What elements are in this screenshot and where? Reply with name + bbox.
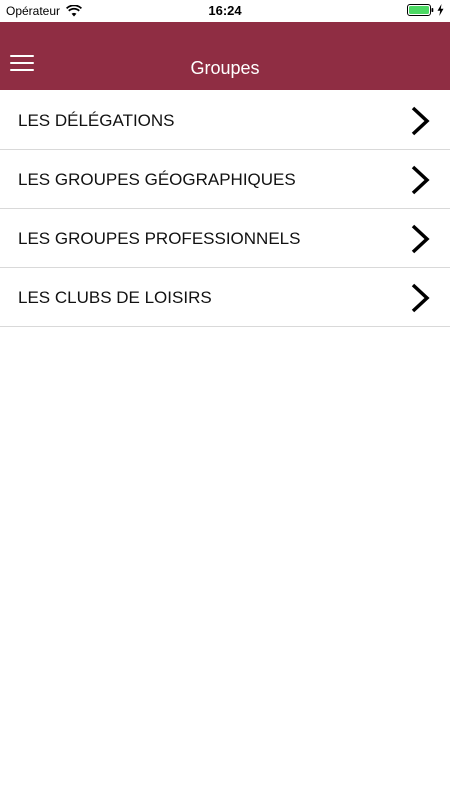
chevron-right-icon: [411, 106, 430, 136]
battery-icon: [407, 4, 434, 16]
groups-list: LES DÉLÉGATIONS LES GROUPES GÉOGRAPHIQUE…: [0, 91, 450, 327]
app-header: Groupes: [0, 22, 450, 90]
chevron-right-icon: [411, 165, 430, 195]
status-bar: Opérateur 16:24: [0, 0, 450, 22]
chevron-right-icon: [411, 224, 430, 254]
list-item-label: LES GROUPES GÉOGRAPHIQUES: [18, 170, 296, 189]
list-item-geographic-groups[interactable]: LES GROUPES GÉOGRAPHIQUES: [0, 150, 450, 209]
status-time: 16:24: [208, 3, 242, 18]
list-item-professional-groups[interactable]: LES GROUPES PROFESSIONNELS: [0, 209, 450, 268]
list-item-delegations[interactable]: LES DÉLÉGATIONS: [0, 91, 450, 150]
status-right: [407, 4, 444, 16]
page-title: Groupes: [190, 58, 260, 78]
charging-bolt-icon: [437, 4, 444, 16]
list-item-label: LES DÉLÉGATIONS: [18, 111, 175, 130]
list-item-label: LES CLUBS DE LOISIRS: [18, 288, 212, 307]
list-item-label: LES GROUPES PROFESSIONNELS: [18, 229, 301, 248]
chevron-right-icon: [411, 283, 430, 313]
list-item-leisure-clubs[interactable]: LES CLUBS DE LOISIRS: [0, 268, 450, 327]
